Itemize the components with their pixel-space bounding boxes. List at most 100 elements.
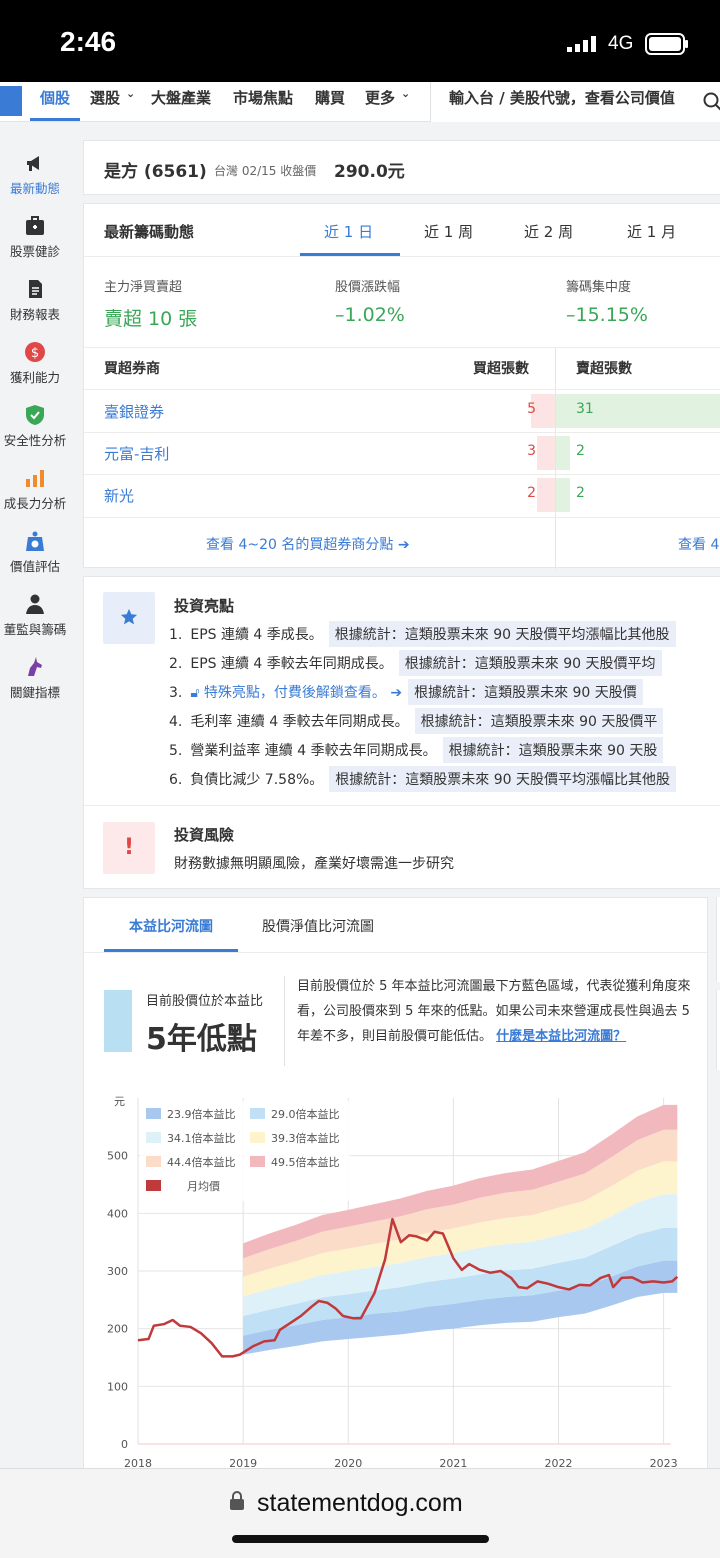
chip-title: 最新籌碼動態 <box>104 223 195 241</box>
sidebar-item-label: 財務報表 <box>9 307 60 322</box>
sidebar-item-financials[interactable]: 財務報表 <box>0 278 70 323</box>
y-tick-label: 200 <box>107 1323 128 1336</box>
metric-label: 籌碼集中度 <box>566 280 632 295</box>
network-label: 4G <box>608 33 634 54</box>
nav-item-buy[interactable]: 購買 <box>315 87 345 108</box>
sidebar-item-label: 關鍵指標 <box>9 685 60 700</box>
unlock-icon: 🔓︎ <box>190 685 204 701</box>
y-axis-label: 元 <box>114 1095 125 1108</box>
svg-text:$: $ <box>31 346 39 361</box>
home-indicator <box>232 1535 489 1543</box>
metric-value-change: –1.02% <box>335 304 405 326</box>
sidebar-item-label: 最新動態 <box>9 181 60 196</box>
legend-label: 29.0倍本益比 <box>271 1107 340 1121</box>
document-icon <box>29 280 42 298</box>
highlights-card: 投資亮點 1. EPS 連續 4 季成長。 根據統計：這類股票未來 90 天股價平均… <box>83 576 720 889</box>
chevron-down-icon: ⌄ <box>126 87 136 100</box>
broker-link[interactable]: 新光 <box>104 485 134 506</box>
tab-1d[interactable]: 近 1 日 <box>324 221 373 242</box>
buy-bar <box>537 478 555 512</box>
nav-item-stock[interactable]: 個股 <box>40 87 70 108</box>
sell-count: 2 <box>576 485 585 501</box>
risk-title: 投資風險 <box>174 826 235 844</box>
buy-count: 5 <box>527 401 536 417</box>
broker-link[interactable]: 臺銀證券 <box>104 401 164 422</box>
divider <box>84 347 720 348</box>
top-nav: 個股 選股 ⌄ 大盤產業 市場焦點 購買 更多 ⌄ 輸入台 / 美股代號，查看公… <box>0 82 720 122</box>
signal-icon <box>567 36 596 52</box>
highlight-text: 毛利率 連續 4 季較去年同期成長。 <box>190 714 409 730</box>
more-buy-link[interactable]: 查看 4~20 名的買超券商分點 ➔ <box>206 534 410 554</box>
sidebar-item-label: 股票健診 <box>9 244 60 259</box>
sell-count: 31 <box>576 401 594 417</box>
metric-label: 股價漲跌幅 <box>335 280 401 295</box>
stock-header: 是方 (6561) 台灣 02/15 收盤價 290.0元 <box>83 140 720 195</box>
legend-label: 34.1倍本益比 <box>167 1131 236 1145</box>
dollar-icon: $ <box>25 342 45 362</box>
medkit-icon <box>26 216 44 235</box>
highlight-item: 5. 營業利益率 連續 4 季較去年同期成長。 根據統計：這類股票未來 90 天股 <box>169 737 664 763</box>
nav-item-market[interactable]: 大盤產業 <box>151 87 211 108</box>
highlight-number: 1. <box>169 627 183 643</box>
chip-card: 最新籌碼動態 近 1 日 近 1 周 近 2 周 近 1 月 主力淨買賣超 賣超… <box>83 203 720 569</box>
broker-link[interactable]: 元富-吉利 <box>104 443 169 464</box>
highlight-text: 特殊亮點，付費後解鎖查看。 <box>203 685 386 701</box>
search-icon[interactable] <box>703 92 720 112</box>
highlight-number: 5. <box>169 743 183 759</box>
nav-item-more[interactable]: 更多 <box>365 87 395 108</box>
divider <box>84 517 720 518</box>
search-box[interactable]: 輸入台 / 美股代號，查看公司價值 <box>430 82 720 122</box>
col-sell-header: 賣超張數 <box>576 361 632 377</box>
sidebar-item-profitability[interactable]: $ 獲利能力 <box>0 341 70 386</box>
y-tick-label: 300 <box>107 1265 128 1278</box>
y-tick-label: 400 <box>107 1207 128 1220</box>
metric-value-net: 賣超 10 張 <box>104 308 198 330</box>
browser-url-bar[interactable]: statementdog.com <box>0 1468 720 1558</box>
url-text: statementdog.com <box>257 1489 463 1517</box>
more-sell-link[interactable]: 查看 4 <box>678 534 719 554</box>
sidebar-item-label: 價值評估 <box>9 559 60 574</box>
divider <box>84 474 720 475</box>
tab-1m[interactable]: 近 1 月 <box>627 221 676 242</box>
legend-label: 23.9倍本益比 <box>167 1107 236 1121</box>
highlight-number: 4. <box>169 714 183 730</box>
legend-label: 月均價 <box>187 1179 220 1193</box>
legend-label: 39.3倍本益比 <box>271 1131 340 1145</box>
sidebar: 最新動態 股票健診 財務報表 $ 獲利能力 安全性分析 成長力分析 價值評估 董… <box>0 122 70 1468</box>
search-input[interactable]: 輸入台 / 美股代號，查看公司價值 <box>449 87 675 108</box>
sidebar-item-label: 獲利能力 <box>9 370 60 385</box>
highlight-item[interactable]: 3. 🔓︎ 特殊亮點，付費後解鎖查看。 ➔ 根據統計：這類股票未來 90 天股價 <box>169 679 643 705</box>
sell-bar <box>556 436 570 470</box>
sidebar-item-insiders[interactable]: 董監與籌碼 <box>0 593 70 638</box>
sidebar-item-label: 成長力分析 <box>3 496 67 511</box>
arrow-right-icon: ➔ <box>385 685 403 701</box>
sidebar-item-key-metrics[interactable]: 關鍵指標 <box>0 656 70 701</box>
side-card-edge <box>716 897 720 982</box>
logo[interactable] <box>0 86 22 116</box>
stock-meta: 台灣 02/15 收盤價 <box>214 164 317 178</box>
battery-icon <box>645 33 688 55</box>
warning-icon: ! <box>103 822 155 874</box>
nav-item-focus[interactable]: 市場焦點 <box>233 87 293 108</box>
sidebar-item-safety[interactable]: 安全性分析 <box>0 404 70 449</box>
nav-item-screener[interactable]: 選股 <box>90 87 120 108</box>
stock-name: 是方 (6561) <box>104 162 207 182</box>
highlight-item: 2. EPS 連續 4 季較去年同期成長。 根據統計：這類股票未來 90 天股價平均 <box>169 650 662 676</box>
legend-swatch <box>250 1156 265 1167</box>
pe-river-card: 本益比河流圖 股價淨值比河流圖 目前股價位於本益比 5年低點 目前股價位於 5 … <box>83 897 709 1472</box>
tab-1w[interactable]: 近 1 周 <box>424 221 473 242</box>
highlight-number: 2. <box>169 656 183 672</box>
sidebar-item-growth[interactable]: 成長力分析 <box>0 467 70 512</box>
highlight-text: EPS 連續 4 季較去年同期成長。 <box>190 656 393 672</box>
highlight-stat-tag: 根據統計：這類股票未來 90 天股 <box>442 737 664 763</box>
stock-price: 290.0元 <box>334 162 405 182</box>
star-icon <box>120 608 138 625</box>
legend-swatch <box>250 1108 265 1119</box>
megaphone-icon <box>27 156 39 171</box>
sidebar-item-news[interactable]: 最新動態 <box>0 152 70 197</box>
sidebar-item-health[interactable]: 股票健診 <box>0 215 70 260</box>
legend-label: 44.4倍本益比 <box>167 1155 236 1169</box>
tab-2w[interactable]: 近 2 周 <box>524 221 573 242</box>
sidebar-item-valuation[interactable]: 價值評估 <box>0 530 70 575</box>
legend-swatch <box>146 1156 161 1167</box>
